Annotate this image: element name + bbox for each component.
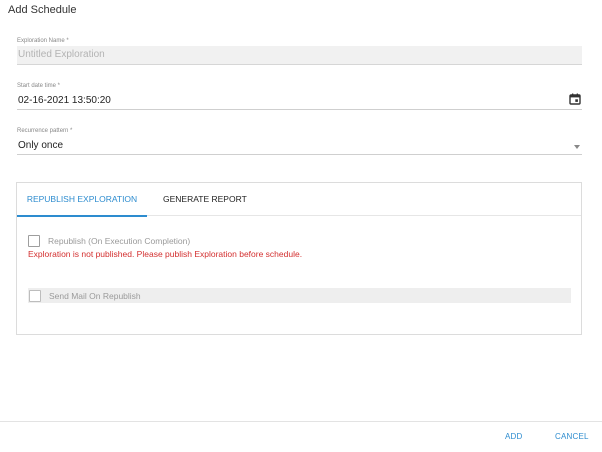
recurrence-select[interactable]: Only once — [17, 136, 582, 155]
recurrence-label: Recurrence pattern * — [17, 128, 73, 134]
start-datetime-input[interactable]: 02-16-2021 13:50:20 — [17, 91, 582, 110]
active-tab-indicator — [17, 215, 147, 217]
send-mail-label: Send Mail On Republish — [49, 290, 141, 301]
exploration-name-input: Untitled Exploration — [17, 46, 582, 65]
chevron-down-icon[interactable] — [574, 145, 580, 149]
exploration-name-label: Exploration Name * — [17, 38, 69, 44]
cancel-button[interactable]: CANCEL — [555, 432, 589, 441]
recurrence-value[interactable]: Only once — [17, 136, 582, 152]
add-button[interactable]: ADD — [505, 432, 523, 441]
exploration-name-value: Untitled Exploration — [18, 49, 105, 60]
tab-generate-label: GENERATE REPORT — [163, 194, 247, 204]
dialog-title: Add Schedule — [8, 4, 77, 16]
schedule-options-panel: REPUBLISH EXPLORATION GENERATE REPORT Re… — [16, 182, 582, 335]
recurrence-field[interactable]: Recurrence pattern * Only once — [17, 127, 582, 155]
send-mail-option: Send Mail On Republish — [28, 288, 571, 303]
send-mail-checkbox — [29, 289, 41, 302]
exploration-name-field: Exploration Name * Untitled Exploration — [17, 37, 582, 65]
start-datetime-value[interactable]: 02-16-2021 13:50:20 — [17, 91, 582, 107]
republish-checkbox[interactable] — [28, 235, 40, 247]
error-message: Exploration is not published. Please pub… — [28, 249, 303, 259]
tab-generate-report[interactable]: GENERATE REPORT — [163, 183, 247, 216]
start-datetime-field[interactable]: Start date time * 02-16-2021 13:50:20 — [17, 82, 582, 110]
tab-republish-exploration[interactable]: REPUBLISH EXPLORATION — [17, 183, 147, 217]
start-datetime-label: Start date time * — [17, 83, 61, 89]
tab-bar: REPUBLISH EXPLORATION GENERATE REPORT — [17, 183, 581, 217]
calendar-icon[interactable] — [569, 93, 581, 105]
republish-option[interactable]: Republish (On Execution Completion) — [28, 235, 190, 247]
tab-republish-label: REPUBLISH EXPLORATION — [26, 194, 138, 204]
republish-checkbox-label: Republish (On Execution Completion) — [48, 236, 191, 246]
